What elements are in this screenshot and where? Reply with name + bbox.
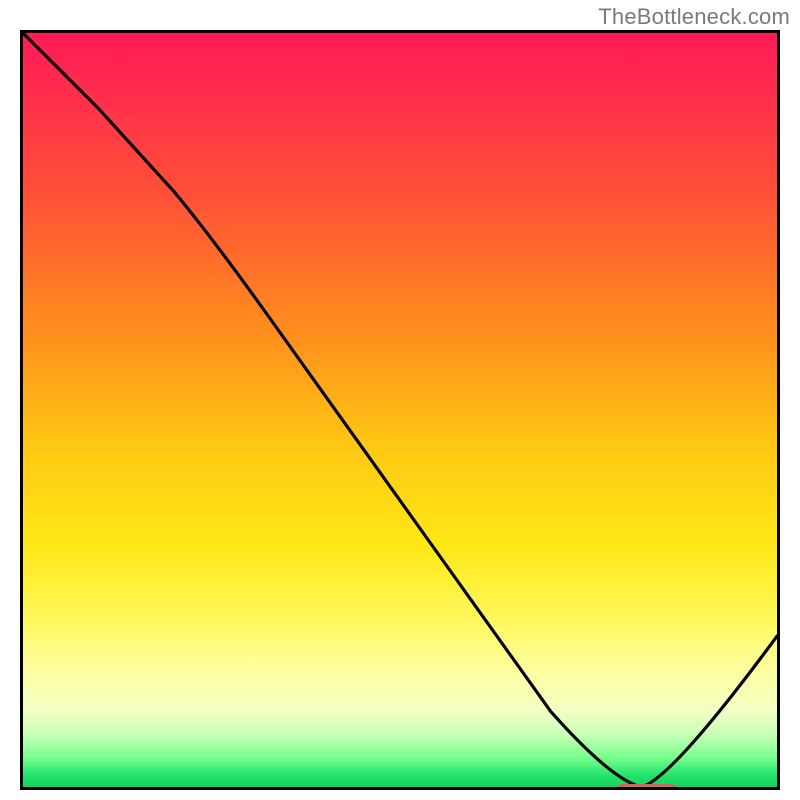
bottleneck-curve — [23, 33, 777, 787]
optimal-range-marker — [616, 784, 677, 790]
plot-area — [20, 30, 780, 790]
watermark-text: TheBottleneck.com — [598, 4, 790, 30]
chart-container: TheBottleneck.com — [0, 0, 800, 800]
curve-line — [23, 33, 777, 787]
